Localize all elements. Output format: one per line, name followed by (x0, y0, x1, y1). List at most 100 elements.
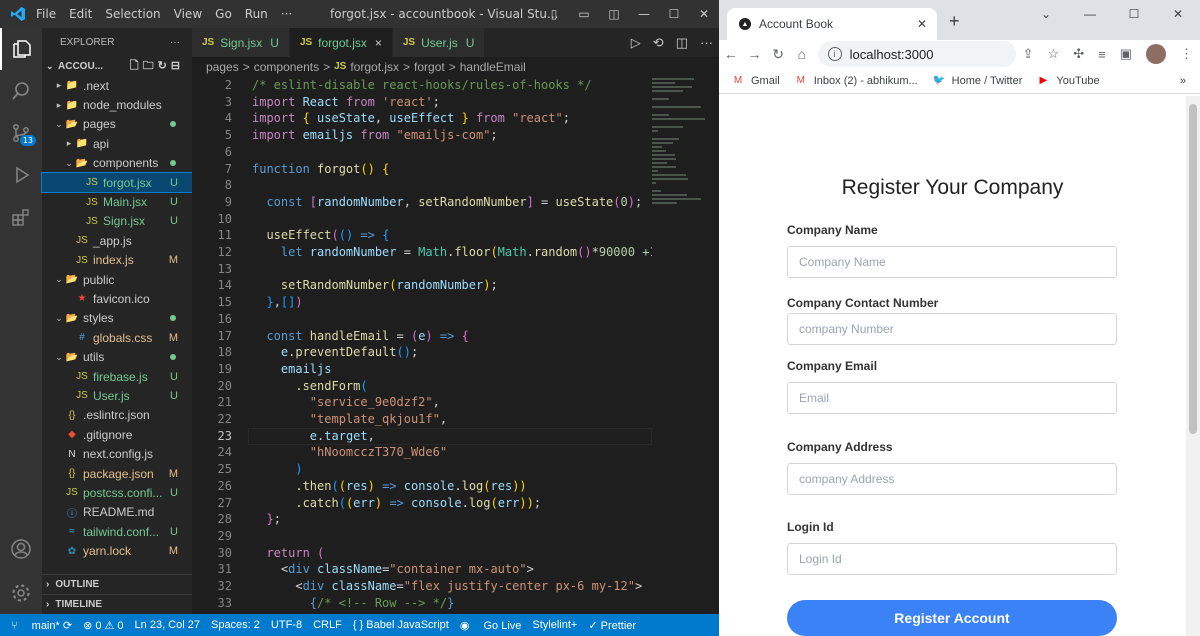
indent-status[interactable]: Spaces: 2 (211, 619, 260, 631)
close-tab-icon[interactable]: ✕ (917, 17, 927, 31)
company-email-input[interactable]: Email (787, 382, 1117, 414)
menu-edit[interactable]: Edit (69, 7, 92, 21)
browser-tab[interactable]: ▲ Account Book ✕ (727, 8, 937, 40)
explorer-icon[interactable] (0, 28, 42, 70)
code-line[interactable]: <div className="container mx-auto"> (252, 562, 534, 576)
code-line[interactable]: const [randomNumber, setRandomNumber] = … (252, 195, 642, 209)
code-line[interactable]: ) (252, 462, 302, 476)
compare-icon[interactable]: ⟲ (653, 35, 664, 51)
tree-item[interactable]: JS forgot.jsx U (41, 171, 193, 194)
forward-icon[interactable]: → (743, 46, 767, 62)
more-icon[interactable]: ··· (700, 35, 713, 50)
tree-item[interactable]: ◆ .gitignore (42, 425, 192, 444)
back-icon[interactable]: ← (719, 46, 743, 62)
tree-item[interactable]: JS firebase.js U (42, 367, 192, 386)
code-line[interactable]: "template_qkjou1f", (252, 412, 447, 426)
minimap[interactable] (652, 76, 719, 296)
menu-go[interactable]: Go (215, 7, 232, 21)
maximize-button[interactable]: ☐ (1112, 7, 1156, 21)
code-line[interactable]: "hNoomcczT370_Wde6" (252, 445, 447, 459)
company-contact-input[interactable]: company Number (787, 313, 1117, 345)
code-line[interactable]: return ( (252, 546, 324, 560)
extensions-puzzle-icon[interactable]: ✣ (1073, 46, 1084, 62)
menu-run[interactable]: Run (245, 7, 268, 21)
close-button[interactable]: ✕ (1156, 7, 1200, 21)
eol-status[interactable]: CRLF (313, 619, 342, 631)
code-line[interactable]: "service_9e0dzf2", (252, 395, 440, 409)
breadcrumb-item[interactable]: pages (206, 60, 239, 74)
settings-gear-icon[interactable] (0, 572, 42, 614)
media-icon[interactable]: ≡ (1098, 47, 1106, 62)
tree-item[interactable]: ▸ 📁 api (42, 134, 192, 153)
tree-item[interactable]: ⌄ 📂 pages (42, 115, 192, 134)
code-line[interactable]: e.preventDefault(); (252, 345, 418, 359)
maximize-button[interactable]: ☐ (659, 7, 689, 21)
tree-item[interactable]: JS index.js M (42, 251, 192, 270)
code-line[interactable]: import React from 'react'; (252, 95, 440, 109)
code-line[interactable]: .then((res) => console.log(res)) (252, 479, 526, 493)
breadcrumb-item[interactable]: forgot.jsx (350, 60, 399, 74)
account-icon[interactable] (0, 528, 42, 570)
bookmark-item[interactable]: 🐦 Home / Twitter (932, 75, 1022, 87)
menu-view[interactable]: View (174, 7, 202, 21)
minimize-button[interactable]: — (629, 7, 659, 21)
branch-status[interactable]: ⑂ main* ⟳ (11, 619, 72, 632)
tree-item[interactable]: ★ favicon.ico (42, 289, 192, 308)
profile-avatar[interactable] (1146, 44, 1166, 64)
editor-tab[interactable]: JS forgot.jsx × (289, 28, 393, 57)
language-status[interactable]: { } Babel JavaScript (353, 619, 449, 631)
code-line[interactable]: /* eslint-disable react-hooks/rules-of-h… (252, 78, 592, 92)
tree-item[interactable]: ⌄ 📂 components (42, 154, 192, 173)
home-icon[interactable]: ⌂ (790, 46, 814, 62)
explorer-actions[interactable]: 🗋🗀↻⊟ (130, 57, 184, 76)
tree-item[interactable]: JS _app.js (42, 231, 192, 250)
page-scrollbar[interactable] (1186, 96, 1200, 636)
code-editor[interactable]: 2 /* eslint-disable react-hooks/rules-of-… (192, 76, 652, 614)
tree-item[interactable]: JS Sign.jsx U (42, 212, 192, 231)
tree-item[interactable]: JS postcss.confi... U (42, 483, 192, 502)
address-bar[interactable]: i localhost:3000 (817, 41, 1016, 67)
golive-status[interactable]: ◉ Go Live (460, 619, 522, 632)
register-account-button[interactable]: Register Account (787, 600, 1117, 636)
bookmark-item[interactable]: M Gmail (731, 75, 780, 87)
menu-dots-icon[interactable]: ⋮ (1180, 46, 1193, 62)
bookmark-item[interactable]: M Inbox (2) - abhikum... (794, 75, 918, 87)
tree-item[interactable]: ▸ 📁 node_modules (42, 95, 192, 114)
code-line[interactable]: import { useState, useEffect } from "rea… (252, 111, 570, 125)
minimize-button[interactable]: — (1068, 7, 1112, 21)
chevron-down-icon[interactable]: ⌄ (1024, 7, 1068, 21)
layout-sidebar-icon[interactable]: ▯ (539, 7, 569, 21)
code-line[interactable]: }; (252, 512, 280, 526)
code-line[interactable]: emailjs (252, 362, 332, 376)
breadcrumb-item[interactable]: components (254, 60, 319, 74)
company-address-input[interactable]: company Address (787, 463, 1117, 495)
tree-item[interactable]: ≈ tailwind.conf... U (42, 522, 192, 541)
breadcrumb-item[interactable]: JS (334, 61, 346, 72)
menu-file[interactable]: File (36, 7, 56, 21)
share-icon[interactable]: ⇪ (1023, 46, 1034, 62)
company-name-input[interactable]: Company Name (787, 246, 1117, 278)
timeline-section[interactable]: › TIMELINE (42, 594, 192, 614)
tree-item[interactable]: {} .eslintrc.json (42, 406, 192, 425)
source-control-icon[interactable]: 13 (0, 112, 42, 154)
tree-item[interactable]: Nnext.config.js (42, 444, 192, 463)
new-tab-button[interactable]: + (949, 11, 960, 32)
run-debug-icon[interactable] (0, 154, 42, 196)
encoding-status[interactable]: UTF-8 (271, 619, 302, 631)
bookmark-item[interactable]: ▶ YouTube (1036, 75, 1100, 87)
code-line[interactable]: let randomNumber = Math.floor(Math.rando… (252, 245, 652, 259)
layout-panel-icon[interactable]: ▭ (569, 7, 599, 21)
more-actions-icon[interactable]: ··· (170, 37, 180, 48)
menu-[interactable]: ··· (281, 7, 292, 21)
scrollbar-thumb[interactable] (1189, 104, 1197, 434)
tree-item[interactable]: ⌄ 📂 utils (42, 347, 192, 366)
login-id-input[interactable]: Login Id (787, 543, 1117, 575)
code-line[interactable]: e.target, (252, 429, 375, 443)
bookmark-star-icon[interactable]: ☆ (1048, 46, 1060, 62)
code-line[interactable]: },[]) (252, 295, 302, 309)
problems-status[interactable]: ⊗ 0 ⚠ 0 (83, 619, 123, 632)
code-line[interactable]: .catch((err) => console.log(err)); (252, 496, 541, 510)
extensions-icon[interactable] (0, 196, 42, 238)
tree-item[interactable]: ▸ 📁 .next (42, 76, 192, 95)
split-editor-icon[interactable]: ◫ (676, 35, 688, 51)
